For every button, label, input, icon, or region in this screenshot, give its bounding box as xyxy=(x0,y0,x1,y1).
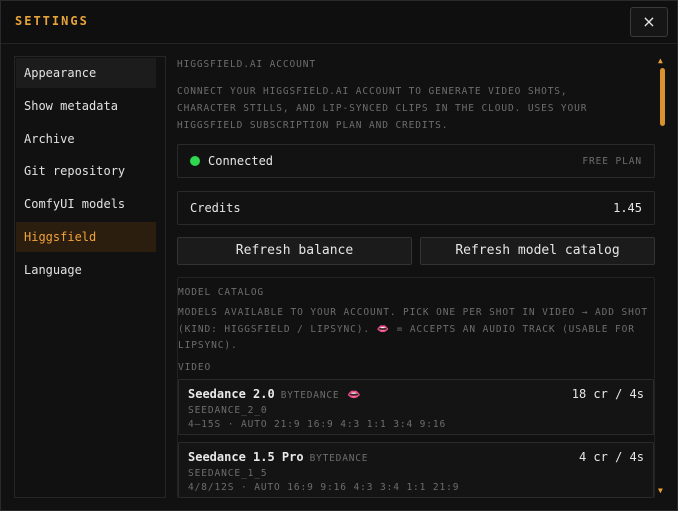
catalog-description: MODELS AVAILABLE TO YOUR ACCOUNT. PICK O… xyxy=(178,305,648,355)
model-id: SEEDANCE_1_5 xyxy=(188,468,268,479)
sidebar-item-archive[interactable]: Archive xyxy=(16,124,156,154)
plan-badge: FREE PLAN xyxy=(582,156,642,167)
settings-dialog: SETTINGS × Appearance Show metadata Arch… xyxy=(0,0,678,511)
section-description: CONNECT YOUR HIGGSFIELD.AI ACCOUNT TO GE… xyxy=(177,86,588,131)
model-vendor: BYTEDANCE xyxy=(280,390,340,401)
model-card[interactable]: Seedance 2.0 BYTEDANCE 👄 18 cr / 4s SEEDAN… xyxy=(178,379,654,435)
lips-icon: 👄 xyxy=(376,323,390,335)
connection-status-box: Connected FREE PLAN xyxy=(177,144,655,178)
scrollbar-thumb[interactable] xyxy=(660,68,665,126)
model-price: 4 cr / 4s xyxy=(578,450,644,464)
credits-label: Credits xyxy=(190,201,241,215)
dialog-title: SETTINGS xyxy=(15,14,89,28)
sidebar-item-language[interactable]: Language xyxy=(16,255,156,285)
content-scrollbar[interactable]: ▲ ▼ xyxy=(657,56,667,496)
connection-status: Connected xyxy=(208,154,274,168)
dialog-header: SETTINGS × xyxy=(1,1,677,44)
model-title: Seedance 1.5 Pro BYTEDANCE xyxy=(188,450,368,464)
model-price: 18 cr / 4s xyxy=(571,387,644,401)
refresh-catalog-button[interactable]: Refresh model catalog xyxy=(420,237,655,265)
model-vendor: BYTEDANCE xyxy=(309,453,369,464)
model-name: Seedance 1.5 Pro xyxy=(188,450,304,464)
close-icon: × xyxy=(642,12,656,31)
model-id: SEEDANCE_2_0 xyxy=(188,405,268,416)
sidebar-item-git-repository[interactable]: Git repository xyxy=(16,156,156,186)
model-catalog: MODEL CATALOG MODELS AVAILABLE TO YOUR A… xyxy=(177,277,655,498)
close-button[interactable]: × xyxy=(630,7,668,37)
refresh-balance-button[interactable]: Refresh balance xyxy=(177,237,412,265)
model-name: Seedance 2.0 xyxy=(188,387,275,401)
model-spec: 4/8/12S · AUTO 16:9 9:16 4:3 3:4 1:1 21:… xyxy=(188,482,460,493)
sidebar-item-comfyui-models[interactable]: ComfyUI models xyxy=(16,189,156,219)
model-spec: 4–15S · AUTO 21:9 16:9 4:3 1:1 3:4 9:16 xyxy=(188,419,447,430)
sidebar-item-higgsfield[interactable]: Higgsfield xyxy=(16,222,156,252)
settings-sidebar: Appearance Show metadata Archive Git rep… xyxy=(14,56,166,498)
lips-icon: 👄 xyxy=(347,388,362,401)
credits-value: 1.45 xyxy=(613,201,642,215)
scroll-up-icon[interactable]: ▲ xyxy=(658,56,663,65)
section-title: HIGGSFIELD.AI ACCOUNT xyxy=(177,59,317,70)
model-card[interactable]: Seedance 1.5 Pro BYTEDANCE 4 cr / 4s SEED… xyxy=(178,442,654,498)
sidebar-item-appearance[interactable]: Appearance xyxy=(16,58,156,88)
video-group-label: VIDEO xyxy=(178,362,212,373)
model-title: Seedance 2.0 BYTEDANCE 👄 xyxy=(188,387,361,401)
scroll-down-icon[interactable]: ▼ xyxy=(658,486,663,495)
sidebar-item-show-metadata[interactable]: Show metadata xyxy=(16,91,156,121)
catalog-title: MODEL CATALOG xyxy=(178,287,265,298)
credits-box: Credits 1.45 xyxy=(177,191,655,225)
settings-content: HIGGSFIELD.AI ACCOUNT CONNECT YOUR HIGGS… xyxy=(177,53,657,498)
status-dot-icon xyxy=(190,156,200,166)
